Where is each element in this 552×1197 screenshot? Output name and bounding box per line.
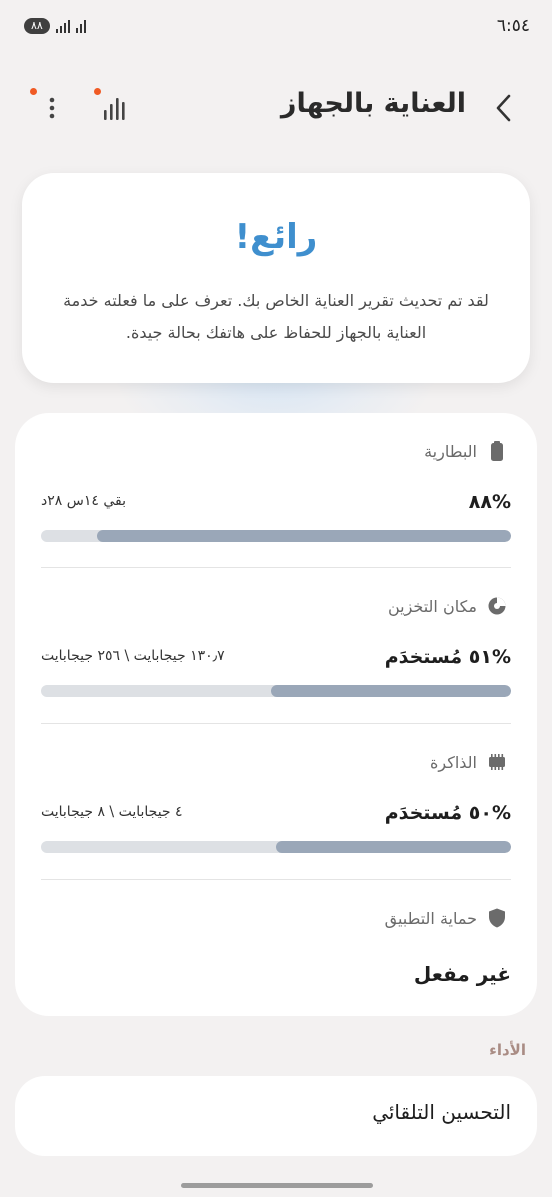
page-title: العناية بالجهاز bbox=[280, 88, 466, 119]
home-indicator[interactable] bbox=[181, 1183, 373, 1188]
app-protection-label: حماية التطبيق bbox=[384, 908, 477, 928]
app-protection-header: حماية التطبيق bbox=[385, 908, 507, 928]
battery-icon bbox=[487, 441, 507, 461]
shield-icon bbox=[487, 908, 507, 928]
divider bbox=[41, 879, 511, 880]
storage-bar-fill bbox=[271, 685, 511, 697]
status-time: ٦:٥٤ bbox=[496, 16, 530, 36]
report-card[interactable]: رائع! لقد تم تحديث تقرير العناية الخاص ب… bbox=[22, 173, 530, 383]
battery-label: البطارية bbox=[424, 441, 477, 461]
notification-dot bbox=[94, 88, 101, 95]
app-protection-status: غير مفعل bbox=[413, 962, 511, 986]
pie-chart-icon bbox=[487, 596, 507, 616]
storage-detail: ١٣٠٫٧ جيجابايت \ ٢٥٦ جيجابايت bbox=[41, 648, 225, 664]
chevron-left-icon bbox=[496, 94, 511, 122]
auto-optimize-item[interactable]: التحسين التلقائي bbox=[15, 1076, 537, 1156]
battery-header: البطارية bbox=[424, 441, 507, 461]
memory-chip-icon bbox=[487, 752, 507, 772]
signal-icon-2 bbox=[75, 19, 86, 33]
memory-detail: ٤ جيجابايت \ ٨ جيجابايت bbox=[41, 804, 183, 820]
battery-bar-fill bbox=[97, 530, 511, 542]
battery-bar bbox=[41, 530, 511, 542]
back-button[interactable] bbox=[486, 90, 522, 126]
divider bbox=[41, 723, 511, 724]
battery-pill: ٨٨ bbox=[24, 18, 50, 34]
diagnostics-button[interactable] bbox=[92, 86, 132, 126]
more-options-button[interactable] bbox=[30, 86, 70, 126]
divider bbox=[41, 567, 511, 568]
signal-icon bbox=[55, 19, 70, 33]
battery-remaining: بقي ١٤س ٢٨د bbox=[41, 493, 126, 509]
notification-dot bbox=[30, 88, 37, 95]
memory-bar bbox=[41, 841, 511, 853]
memory-label: الذاكرة bbox=[430, 752, 477, 772]
memory-header: الذاكرة bbox=[430, 752, 507, 772]
status-icons: ٨٨ bbox=[24, 18, 86, 34]
storage-used-percent: %٥١ مُستخدَم bbox=[384, 646, 511, 668]
battery-percent: %٨٨ bbox=[468, 491, 511, 513]
device-status-card: البطارية %٨٨ بقي ١٤س ٢٨د مكان التخزين %٥… bbox=[15, 413, 537, 1016]
storage-label: مكان التخزين bbox=[387, 596, 477, 616]
memory-bar-fill bbox=[276, 841, 511, 853]
report-title: رائع! bbox=[234, 217, 318, 257]
performance-section-label: الأداء bbox=[489, 1041, 526, 1059]
memory-used-percent: %٥٠ مُستخدَم bbox=[384, 802, 511, 824]
report-message: لقد تم تحديث تقرير العناية الخاص بك. تعر… bbox=[63, 291, 489, 342]
storage-header: مكان التخزين bbox=[388, 596, 507, 616]
storage-bar bbox=[41, 685, 511, 697]
auto-optimize-label: التحسين التلقائي bbox=[372, 1100, 511, 1124]
